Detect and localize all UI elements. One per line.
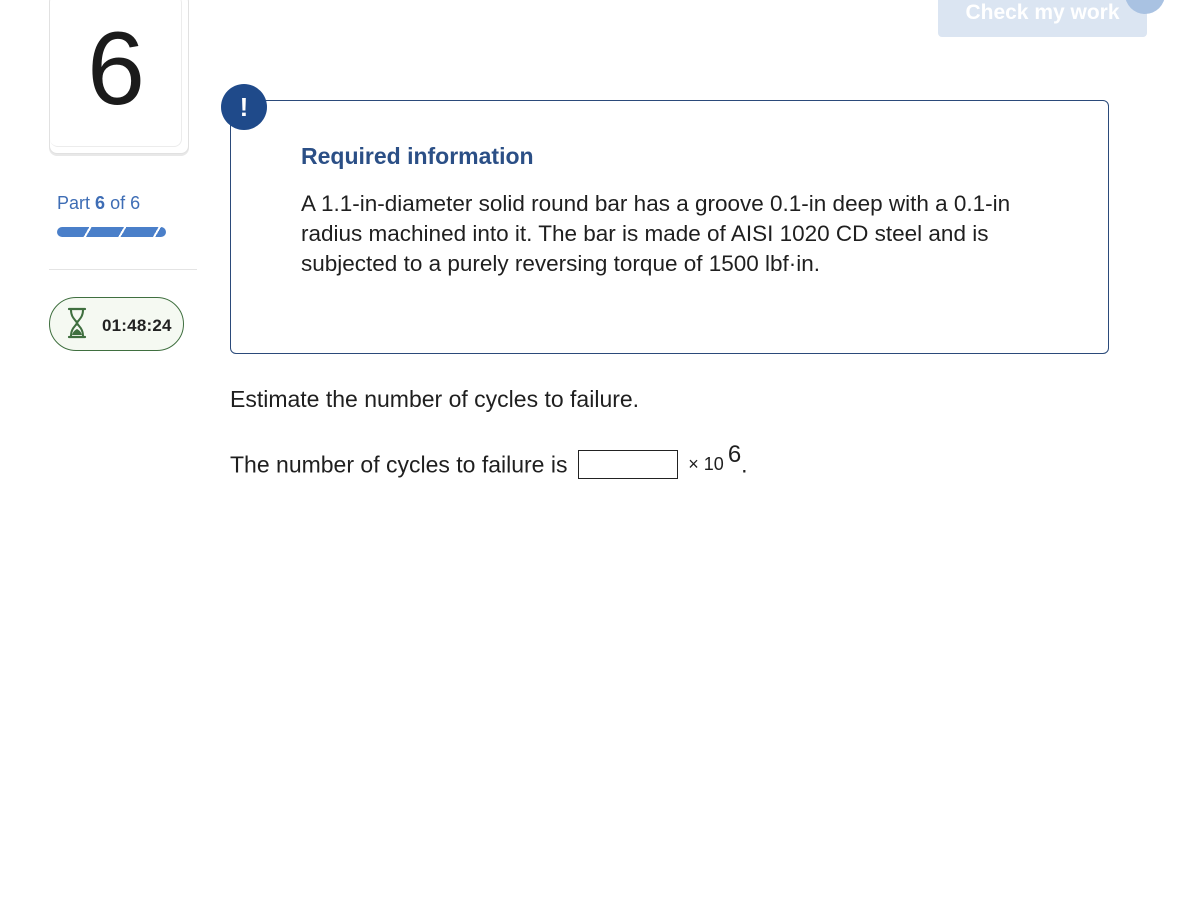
part-indicator: Part 6 of 6 xyxy=(57,193,140,214)
answer-suffix: . xyxy=(741,451,748,478)
part-progress-bar xyxy=(57,227,166,237)
required-info-body: A 1.1-in-diameter solid round bar has a … xyxy=(301,191,1011,276)
exponent-label: 6 xyxy=(727,440,742,468)
alert-icon: ! xyxy=(221,84,267,130)
timer[interactable]: 01:48:24 xyxy=(49,297,184,351)
check-my-work-button[interactable]: Check my work xyxy=(938,0,1147,37)
page: 6 Part 6 of 6 01:48:24 Check my work ! R… xyxy=(0,0,1183,916)
answer-prefix: The number of cycles to failure is xyxy=(230,451,568,478)
answer-line: The number of cycles to failure is × 10 6… xyxy=(230,441,748,490)
timer-value: 01:48:24 xyxy=(102,316,172,335)
part-current: 6 xyxy=(95,193,106,213)
question-prompt: Estimate the number of cycles to failure… xyxy=(230,386,640,412)
cycles-answer-input[interactable] xyxy=(577,450,678,480)
question-number-card[interactable]: 6 xyxy=(49,0,189,154)
sidebar-divider xyxy=(49,269,197,270)
part-total: of 6 xyxy=(110,193,141,213)
multiplier-label: × 10 xyxy=(688,454,724,475)
question-number: 6 xyxy=(87,11,145,127)
hourglass-icon xyxy=(67,307,87,339)
part-prefix: Part xyxy=(57,193,91,213)
required-info-title: Required information xyxy=(301,143,534,169)
